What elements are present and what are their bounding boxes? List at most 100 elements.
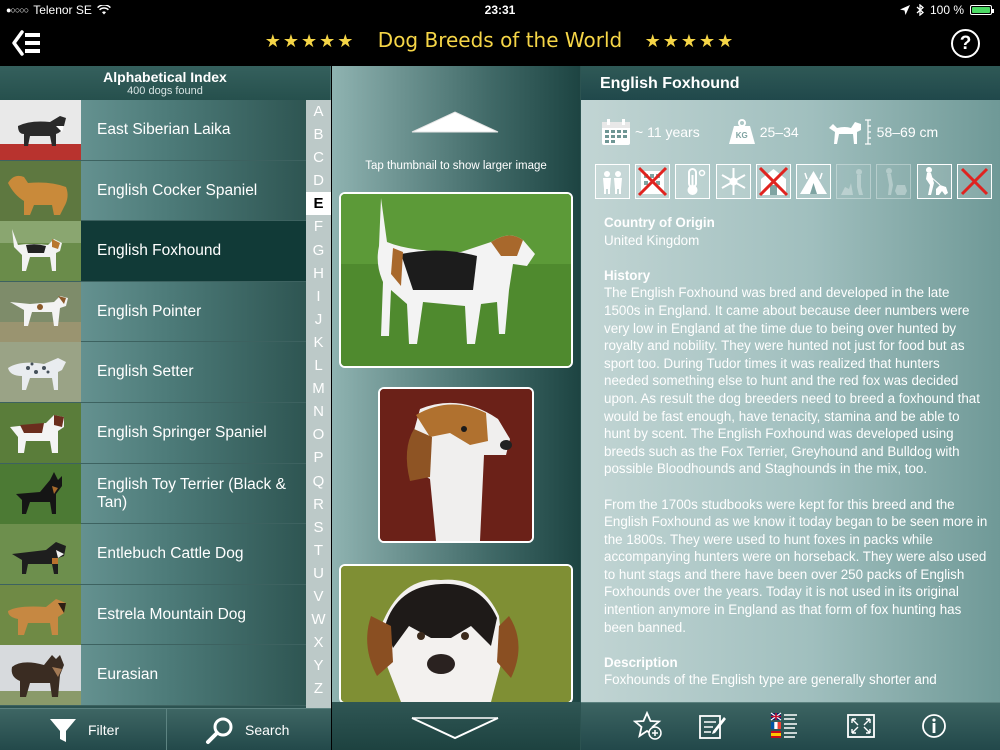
arrow-up-icon	[411, 111, 499, 133]
walk-training-icon[interactable]	[876, 164, 912, 199]
children-friendly-icon[interactable]	[595, 164, 630, 199]
fullscreen-button[interactable]	[846, 711, 876, 741]
index-letter[interactable]: P	[306, 446, 331, 469]
index-letter[interactable]: M	[306, 377, 331, 400]
not-suitable-icon[interactable]	[956, 164, 992, 199]
breed-description-scroll[interactable]: Country of Origin United Kingdom History…	[604, 214, 988, 694]
breed-row-english-foxhound[interactable]: English Foxhound	[0, 221, 306, 282]
breed-row-english-springer-spaniel[interactable]: English Springer Spaniel	[0, 402, 306, 464]
breed-stats: ~ 11 years KG 25–34 58–69 cm	[601, 112, 966, 152]
weight-stat: KG 25–34	[728, 119, 799, 145]
index-letter[interactable]: T	[306, 539, 331, 562]
index-title: Alphabetical Index	[103, 69, 227, 85]
height-value: 58–69 cm	[876, 124, 939, 140]
heat-tolerance-icon[interactable]	[675, 164, 711, 199]
description-paragraph: Foxhounds of the English type are genera…	[604, 672, 937, 688]
breed-name: English Setter	[97, 363, 194, 381]
add-favorite-button[interactable]	[632, 710, 663, 741]
help-button[interactable]: ?	[951, 29, 980, 58]
breed-thumbnail	[0, 645, 81, 706]
breed-thumbnail	[0, 281, 81, 342]
history-heading: History	[604, 267, 651, 283]
location-icon	[899, 5, 910, 15]
history-paragraph: From the 1700s studbooks were kept for t…	[604, 496, 988, 635]
star-rating-icon: ★★★★★	[644, 31, 736, 52]
index-letter[interactable]: I	[306, 285, 331, 308]
index-letter[interactable]: C	[306, 146, 331, 169]
breed-thumbnail	[0, 524, 81, 585]
breed-thumbnail	[0, 342, 81, 403]
weight-icon: KG	[728, 119, 756, 145]
scroll-down-button[interactable]	[332, 702, 580, 750]
info-button[interactable]	[919, 711, 949, 741]
index-letter[interactable]: D	[306, 169, 331, 192]
breed-index-panel: Alphabetical Index 400 dogs found East S…	[0, 66, 331, 708]
breed-thumbnail	[0, 463, 81, 524]
index-letter[interactable]: O	[306, 423, 331, 446]
arrow-down-icon	[411, 717, 499, 740]
index-letter[interactable]: S	[306, 516, 331, 539]
index-letter[interactable]: A	[306, 100, 331, 123]
index-letter[interactable]: V	[306, 585, 331, 608]
breed-detail-panel: English Foxhound ~ 11 years KG 25–34 58–…	[580, 66, 1000, 750]
calendar-icon	[602, 119, 630, 145]
breed-row-english-cocker-spaniel[interactable]: English Cocker Spaniel	[0, 160, 306, 222]
image-gallery: Tap thumbnail to show larger image	[332, 66, 580, 750]
index-letter[interactable]: Y	[306, 654, 331, 677]
apartment-not-suitable-icon[interactable]	[635, 164, 671, 199]
breed-photo-2[interactable]	[378, 387, 534, 543]
index-letter[interactable]: L	[306, 354, 331, 377]
index-letter[interactable]: F	[306, 215, 331, 238]
alphabet-index-strip[interactable]: A B C D E F G H I J K L M N O P Q R S T …	[306, 100, 331, 708]
breed-thumbnail	[0, 221, 81, 282]
breed-row-english-setter[interactable]: English Setter	[0, 342, 306, 403]
detail-toolbar	[581, 702, 1000, 750]
index-letter[interactable]: N	[306, 400, 331, 423]
filter-button[interactable]: Filter	[48, 709, 166, 750]
breed-row-eurasian[interactable]: Eurasian	[0, 645, 306, 706]
search-button[interactable]: Search	[205, 709, 325, 750]
index-letter[interactable]: K	[306, 331, 331, 354]
index-letter[interactable]: Q	[306, 470, 331, 493]
breed-thumbnail	[0, 160, 81, 221]
lifespan-value: ~ 11 years	[635, 124, 700, 140]
breed-row-english-toy-terrier[interactable]: English Toy Terrier (Black & Tan)	[0, 463, 306, 525]
jogging-companion-icon[interactable]	[916, 164, 952, 199]
index-letter[interactable]: B	[306, 123, 331, 146]
breed-row-entlebuch-cattle-dog[interactable]: Entlebuch Cattle Dog	[0, 524, 306, 585]
breed-row-english-pointer[interactable]: English Pointer	[0, 281, 306, 343]
index-header: Alphabetical Index 400 dogs found	[0, 66, 330, 100]
index-letter[interactable]: G	[306, 239, 331, 262]
index-letter[interactable]: R	[306, 493, 331, 516]
title-bar: ★★★★★ Dog Breeds of the World ★★★★★ ?	[0, 20, 1000, 66]
breed-thumbnail	[0, 402, 81, 463]
index-letter[interactable]: X	[306, 631, 331, 654]
index-letter[interactable]: H	[306, 262, 331, 285]
sit-training-icon[interactable]	[836, 164, 872, 199]
breed-row-east-siberian-laika[interactable]: East Siberian Laika	[0, 100, 306, 161]
index-toolbar: Filter Search	[0, 708, 331, 750]
index-letter[interactable]: Z	[306, 677, 331, 700]
index-letter[interactable]: U	[306, 562, 331, 585]
outdoor-tent-icon[interactable]	[795, 164, 831, 199]
breed-row-estrela-mountain-dog[interactable]: Estrela Mountain Dog	[0, 584, 306, 646]
guard-dog-no-icon[interactable]	[755, 164, 791, 199]
star-plus-icon	[632, 710, 662, 740]
index-letter[interactable]: W	[306, 608, 331, 631]
expand-icon	[847, 714, 875, 738]
breed-name: Entlebuch Cattle Dog	[97, 545, 244, 563]
cold-tolerance-icon[interactable]	[715, 164, 751, 199]
breed-name: English Cocker Spaniel	[97, 181, 258, 199]
language-button[interactable]	[769, 711, 799, 741]
breed-photo-3[interactable]	[339, 564, 573, 704]
breed-name: East Siberian Laika	[97, 121, 231, 138]
index-letter-current[interactable]: E	[306, 192, 331, 216]
history-paragraph: The English Foxhound was bred and develo…	[604, 285, 980, 477]
bluetooth-icon	[916, 4, 924, 16]
breed-photo-1[interactable]	[339, 192, 573, 368]
notes-button[interactable]	[697, 711, 727, 741]
index-letter[interactable]: J	[306, 308, 331, 331]
filter-funnel-icon	[50, 719, 76, 742]
breed-name: English Toy Terrier (Black & Tan)	[97, 475, 286, 511]
breed-name: English Foxhound	[97, 242, 222, 260]
